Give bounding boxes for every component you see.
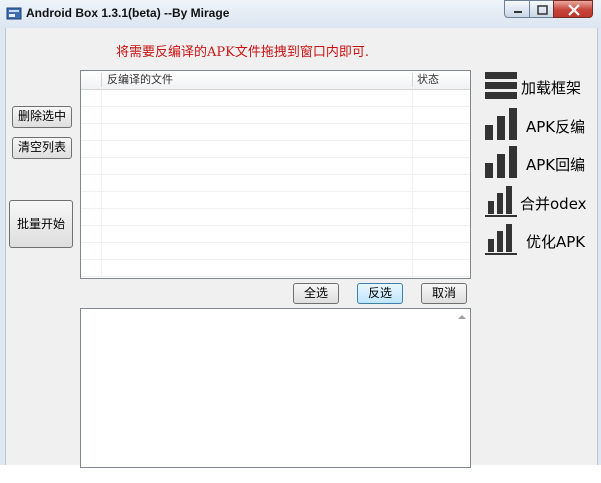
window-controls — [504, 0, 593, 20]
clear-list-button[interactable]: 清空列表 — [12, 137, 72, 159]
merge-odex-label: 合并odex — [520, 195, 587, 213]
drag-drop-hint: 将需要反编译的APK文件拖拽到窗口内即可. — [116, 45, 369, 60]
list-row[interactable] — [81, 175, 470, 192]
select-all-button[interactable]: 全选 — [293, 283, 339, 304]
close-button[interactable] — [553, 0, 593, 18]
window-title: Android Box 1.3.1(beta) --By Mirage — [26, 6, 230, 20]
load-framework-item[interactable]: 加载框架 — [484, 69, 592, 103]
file-list-header: 反编译的文件 状态 — [81, 71, 470, 90]
close-icon — [568, 4, 580, 16]
load-framework-label: 加载框架 — [521, 79, 582, 97]
optimize-apk-label: 优化APK — [526, 233, 586, 251]
list-row[interactable] — [81, 158, 470, 175]
scroll-up-arrow-icon[interactable] — [458, 315, 466, 319]
list-row[interactable] — [81, 141, 470, 158]
invert-selection-button[interactable]: 反选 — [357, 283, 403, 304]
minimize-icon — [514, 11, 522, 13]
list-row[interactable] — [81, 243, 470, 260]
header-blank — [81, 71, 101, 89]
app-icon — [6, 7, 22, 20]
list-row[interactable] — [81, 124, 470, 141]
column-header-file[interactable]: 反编译的文件 — [103, 71, 413, 89]
list-row[interactable] — [81, 107, 470, 124]
apk-decompile-item[interactable]: APK反编 — [484, 108, 592, 142]
column-header-status[interactable]: 状态 — [413, 71, 470, 89]
output-log[interactable] — [80, 308, 471, 468]
apk-recompile-item[interactable]: APK回编 — [484, 146, 592, 180]
title-bar[interactable]: Android Box 1.3.1(beta) --By Mirage — [0, 0, 601, 28]
list-row[interactable] — [81, 226, 470, 243]
bar-chart-icon — [485, 146, 517, 178]
bar-chart-underline-icon — [485, 224, 517, 255]
apk-recompile-label: APK回编 — [526, 156, 586, 174]
batch-start-button[interactable]: 批量开始 — [9, 200, 73, 248]
bar-chart-icon — [485, 108, 517, 140]
optimize-apk-item[interactable]: 优化APK — [484, 223, 592, 257]
apk-decompile-label: APK反编 — [526, 118, 586, 136]
list-row[interactable] — [81, 209, 470, 226]
delete-selected-button[interactable]: 删除选中 — [12, 106, 72, 128]
list-row[interactable] — [81, 192, 470, 209]
file-list[interactable]: 反编译的文件 状态 — [80, 70, 471, 279]
bar-chart-underline-icon — [485, 186, 517, 217]
header-separator — [101, 73, 102, 87]
maximize-button[interactable] — [529, 0, 554, 18]
cancel-button[interactable]: 取消 — [421, 283, 467, 304]
list-row[interactable] — [81, 260, 470, 277]
file-list-rows — [81, 90, 470, 277]
maximize-icon — [537, 5, 548, 15]
minimize-button[interactable] — [504, 0, 530, 18]
merge-odex-item[interactable]: 合并odex — [484, 185, 592, 219]
list-row[interactable] — [81, 90, 470, 107]
stacked-bars-icon — [485, 72, 517, 99]
